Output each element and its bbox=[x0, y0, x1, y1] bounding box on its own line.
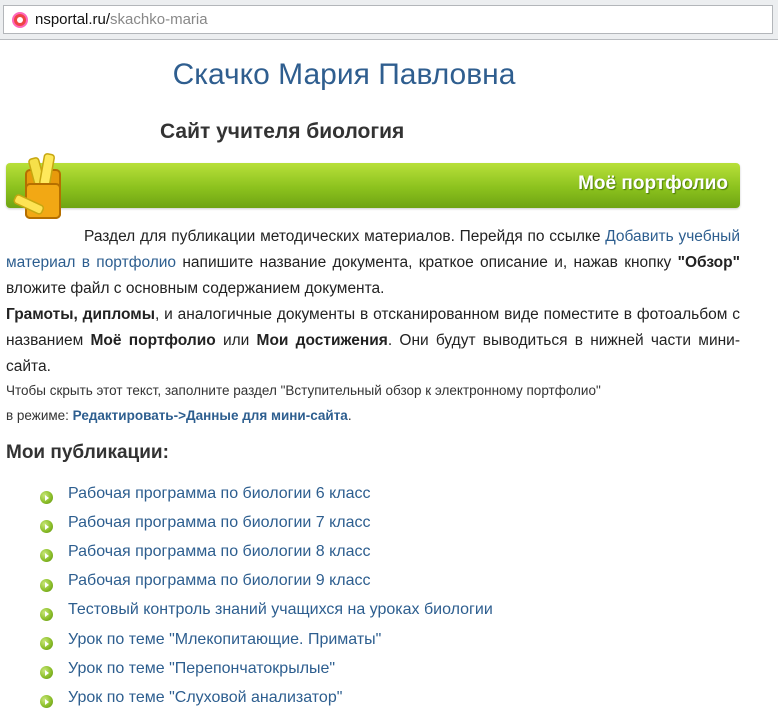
browse-button-name: "Обзор" bbox=[677, 254, 740, 271]
publication-link[interactable]: Тестовый контроль знаний учащихся на уро… bbox=[68, 601, 493, 619]
bullet-arrow-icon bbox=[40, 549, 53, 563]
description-or: или bbox=[215, 332, 257, 349]
album-name-achievements: Мои достижения bbox=[256, 332, 388, 349]
publication-item: Урок по теме "Млекопитающие. Приматы" bbox=[40, 625, 493, 654]
publication-link[interactable]: Рабочая программа по биологии 8 класс bbox=[68, 543, 371, 561]
banner-label: Моё портфолио bbox=[578, 173, 728, 194]
bullet-arrow-icon bbox=[40, 637, 53, 651]
publication-link[interactable]: Рабочая программа по биологии 6 класс bbox=[68, 485, 371, 503]
publications-list: Рабочая программа по биологии 6 класс Ра… bbox=[40, 479, 493, 713]
page-title: Скачко Мария Павловна bbox=[172, 58, 516, 91]
description: Раздел для публикации методических матер… bbox=[6, 224, 740, 380]
site-favicon-icon bbox=[12, 11, 28, 28]
bullet-arrow-icon bbox=[40, 520, 53, 534]
description-paragraph-2: Грамоты, дипломы, и аналогичные документ… bbox=[6, 302, 740, 380]
publication-item: Рабочая программа по биологии 6 класс bbox=[40, 479, 493, 508]
description-intro: Раздел для публикации методических матер… bbox=[84, 228, 601, 245]
portfolio-banner: Моё портфолио bbox=[6, 163, 740, 208]
bullet-arrow-icon bbox=[40, 491, 53, 505]
edit-mini-site-link[interactable]: Редактировать->Данные для мини-сайта bbox=[73, 408, 348, 423]
note-mode-label: в режиме: bbox=[6, 408, 73, 423]
publication-link[interactable]: Урок по теме "Млекопитающие. Приматы" bbox=[68, 631, 381, 649]
note-line-1: Чтобы скрыть этот текст, заполните разде… bbox=[6, 383, 601, 398]
folder-icon bbox=[13, 153, 61, 219]
publication-link[interactable]: Урок по теме "Слуховой анализатор" bbox=[68, 689, 342, 707]
browser-address-bar: nsportal.ru/skachko-maria bbox=[0, 0, 778, 40]
url-host: nsportal.ru/ bbox=[35, 11, 111, 28]
publication-link[interactable]: Рабочая программа по биологии 9 класс bbox=[68, 572, 371, 590]
bullet-arrow-icon bbox=[40, 607, 53, 621]
url-path: skachko-maria bbox=[110, 11, 208, 28]
album-name-portfolio: Моё портфолио bbox=[90, 332, 216, 349]
description-paragraph-1: Раздел для публикации методических матер… bbox=[6, 224, 740, 302]
publication-item: Урок по теме "Перепончатокрылые" bbox=[40, 654, 493, 683]
publication-item: Рабочая программа по биологии 8 класс bbox=[40, 537, 493, 566]
publication-item: Тестовый контроль знаний учащихся на уро… bbox=[40, 596, 493, 625]
certificates-label: Грамоты, дипломы bbox=[6, 306, 155, 323]
page-subtitle: Сайт учителя биология bbox=[160, 120, 405, 143]
description-text-end: вложите файл с основным содержанием доку… bbox=[6, 280, 385, 297]
description-text: напишите название документа, краткое опи… bbox=[176, 254, 678, 271]
note-period: . bbox=[347, 408, 352, 423]
publication-item: Урок по теме "Слуховой анализатор" bbox=[40, 683, 493, 712]
bullet-arrow-icon bbox=[40, 695, 53, 709]
publication-link[interactable]: Урок по теме "Перепончатокрылые" bbox=[68, 660, 335, 678]
note-line-2: в режиме: Редактировать->Данные для мини… bbox=[6, 403, 746, 428]
publication-item: Рабочая программа по биологии 9 класс bbox=[40, 567, 493, 596]
bullet-arrow-icon bbox=[40, 578, 53, 592]
hide-text-note: Чтобы скрыть этот текст, заполните разде… bbox=[6, 378, 746, 428]
publication-link[interactable]: Рабочая программа по биологии 7 класс bbox=[68, 514, 371, 532]
bullet-arrow-icon bbox=[40, 666, 53, 680]
publications-heading: Мои публикации: bbox=[6, 442, 169, 463]
url-field[interactable]: nsportal.ru/skachko-maria bbox=[3, 5, 773, 34]
publication-item: Рабочая программа по биологии 7 класс bbox=[40, 508, 493, 537]
